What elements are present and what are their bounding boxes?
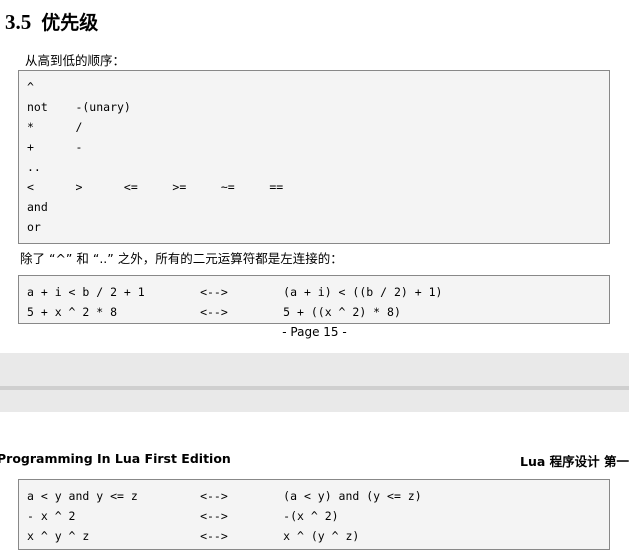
code-line: 5 + x ^ 2 * 8 <--> 5 + ((x ^ 2) * 8) xyxy=(27,305,401,319)
code-line: + - xyxy=(27,140,83,154)
code-block-associativity: a + i < b / 2 + 1 <--> (a + i) < ((b / 2… xyxy=(18,275,610,324)
code-line: * / xyxy=(27,120,83,134)
code-line: x ^ y ^ z <--> x ^ (y ^ z) xyxy=(27,529,360,543)
page-gap-bottom xyxy=(0,390,629,412)
code-line: not -(unary) xyxy=(27,100,131,114)
code-line: .. xyxy=(27,160,41,174)
code-line: and xyxy=(27,200,48,214)
code-line: or xyxy=(27,220,41,234)
code-block-associativity-continued: a < y and y <= z <--> (a < y) and (y <= … xyxy=(18,479,610,550)
running-header-right: Lua 程序设计 第一 xyxy=(519,454,629,469)
running-header-rule xyxy=(0,470,629,471)
code-line: a < y and y <= z <--> (a < y) and (y <= … xyxy=(27,489,422,503)
running-header-left: Programming In Lua First Edition xyxy=(0,451,231,466)
section-title: 优先级 xyxy=(41,12,99,34)
code-block-precedence: ^ not -(unary) * / + - .. < > <= >= ~= =… xyxy=(18,70,610,244)
page-gap-top xyxy=(0,353,629,386)
intro-paragraph: 从高到低的顺序： xyxy=(25,53,126,68)
associativity-paragraph: 除了 “^” 和 “..” 之外，所有的二元运算符都是左连接的： xyxy=(20,251,343,266)
page-footer: - Page 15 - xyxy=(282,325,347,339)
code-line: ^ xyxy=(27,80,34,94)
code-line: a + i < b / 2 + 1 <--> (a + i) < ((b / 2… xyxy=(27,285,443,299)
section-heading: 3.5 优先级 xyxy=(5,8,98,35)
section-number: 3.5 xyxy=(5,10,32,34)
document-page: 3.5 优先级 从高到低的顺序： ^ not -(unary) * / + - .… xyxy=(0,0,629,553)
code-line: - x ^ 2 <--> -(x ^ 2) xyxy=(27,509,339,523)
code-line: < > <= >= ~= == xyxy=(27,180,284,194)
